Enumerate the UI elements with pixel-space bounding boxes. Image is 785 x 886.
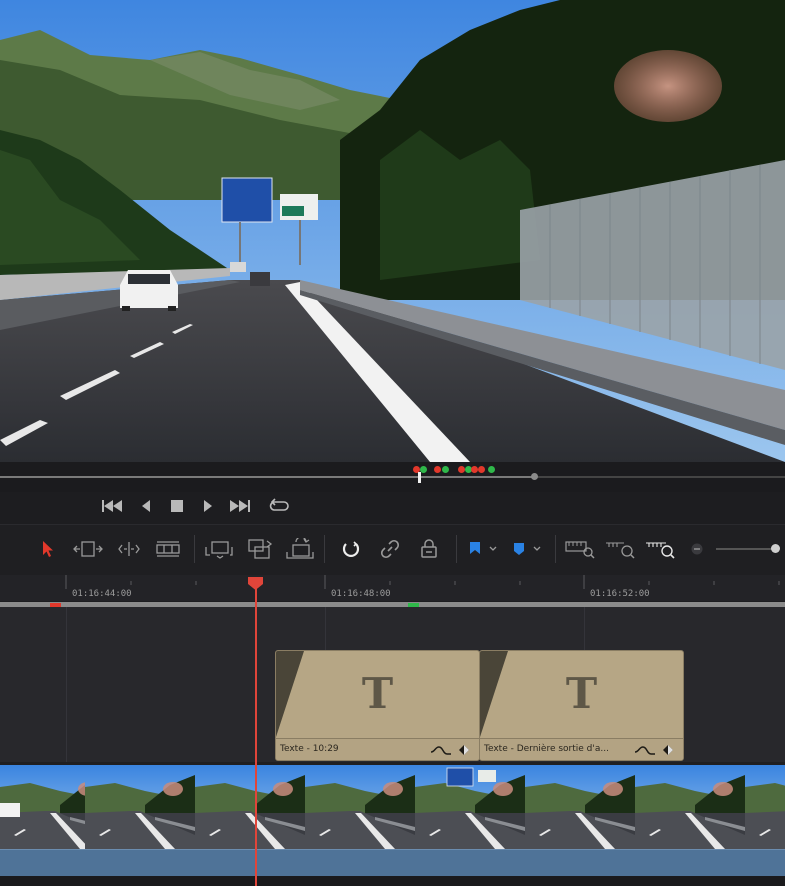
snapping-button[interactable] <box>338 536 364 562</box>
ruler-timecode: 01:16:52:00 <box>590 589 650 599</box>
scrub-track[interactable] <box>0 476 535 478</box>
scrub-marker-green[interactable] <box>488 466 495 473</box>
stop-icon <box>171 500 183 512</box>
position-lock-icon <box>421 539 437 558</box>
replace-clip-icon <box>286 538 314 559</box>
title-clip[interactable]: T Texte - Dernière sortie d'a... <box>479 650 684 761</box>
scrub-playhead[interactable] <box>418 472 421 483</box>
custom-zoom-icon <box>646 542 675 559</box>
scrub-marker-red[interactable] <box>434 466 441 473</box>
full-extent-zoom-button[interactable] <box>563 536 597 562</box>
grid-line <box>325 607 326 650</box>
overwrite-clip-icon <box>248 539 273 559</box>
insert-clip-button[interactable] <box>203 536 235 562</box>
detail-zoom-icon <box>606 542 635 559</box>
video-viewer[interactable] <box>0 0 785 462</box>
playhead-handle[interactable] <box>248 575 263 590</box>
video-clip-thumbnails[interactable] <box>0 765 785 849</box>
zoom-slider-handle[interactable] <box>771 544 780 553</box>
scrub-track-rest[interactable] <box>535 476 785 478</box>
skip-to-start-button[interactable] <box>100 496 124 516</box>
thumbnail-strip <box>0 765 785 849</box>
custom-zoom-button[interactable] <box>643 536 677 562</box>
grid-line <box>584 607 585 650</box>
scrub-marker-green[interactable] <box>420 466 427 473</box>
overwrite-clip-button[interactable] <box>244 536 276 562</box>
skip-to-end-icon <box>230 500 250 512</box>
detail-zoom-button[interactable] <box>603 536 637 562</box>
timeline-playhead[interactable] <box>255 585 257 886</box>
reverse-play-icon <box>142 500 150 512</box>
toolbar-separator <box>555 535 556 563</box>
linked-selection-button[interactable] <box>377 536 403 562</box>
scrub-marker-red[interactable] <box>458 466 465 473</box>
zoom-out-icon <box>691 543 703 555</box>
play-button[interactable] <box>196 496 220 516</box>
track-footer <box>0 876 785 886</box>
skip-to-end-button[interactable] <box>228 496 252 516</box>
marker-dropdown[interactable] <box>509 536 545 562</box>
blade-edit-mode-button[interactable] <box>154 536 182 562</box>
dynamic-trim-mode-button[interactable] <box>114 536 144 562</box>
flag-dropdown[interactable] <box>465 536 501 562</box>
scrub-marker-green[interactable] <box>442 466 449 473</box>
dynamic-trim-icon <box>118 542 140 556</box>
replace-clip-button[interactable] <box>284 536 316 562</box>
loop-button[interactable] <box>267 496 291 516</box>
keyframe-icon <box>663 745 673 755</box>
stop-button[interactable] <box>165 496 189 516</box>
full-extent-zoom-icon <box>565 541 595 559</box>
zoom-out-button[interactable] <box>689 536 705 562</box>
playhead-cap-icon <box>248 577 263 590</box>
clip-audio-bar[interactable] <box>0 849 785 876</box>
toolbar-separator <box>456 535 457 563</box>
loop-icon <box>269 498 289 511</box>
trim-edit-mode-button[interactable] <box>72 536 104 562</box>
scrub-marker-red[interactable] <box>471 466 478 473</box>
selection-mode-button[interactable] <box>38 536 58 562</box>
text-title-icon: T <box>361 669 394 718</box>
curve-icon <box>634 746 655 755</box>
scrub-marker-red[interactable] <box>478 466 485 473</box>
position-lock-button[interactable] <box>416 536 442 562</box>
toolbar-separator <box>324 535 325 563</box>
snapping-magnet-icon <box>342 541 360 557</box>
curve-icon <box>430 746 451 755</box>
flag-icon <box>470 542 497 554</box>
zoom-slider-track[interactable] <box>716 548 776 550</box>
insert-clip-icon <box>205 541 233 559</box>
marker-icon <box>514 543 541 555</box>
ruler-timecode: 01:16:48:00 <box>331 589 391 599</box>
text-title-icon: T <box>565 669 598 718</box>
skip-to-start-icon <box>102 500 122 512</box>
toolbar-separator <box>194 535 195 563</box>
blade-icon <box>156 541 180 557</box>
pointer-arrow-icon <box>43 541 53 557</box>
scrub-end-handle[interactable] <box>531 473 538 480</box>
previous-frame-button[interactable] <box>134 496 158 516</box>
play-icon <box>204 500 212 512</box>
grid-line <box>66 607 67 762</box>
title-clip[interactable]: T Texte - 10:29 <box>275 650 480 761</box>
link-chain-icon <box>380 539 400 559</box>
keyframe-icon <box>459 745 469 755</box>
trim-icon <box>73 541 103 557</box>
ruler-timecode: 01:16:44:00 <box>72 589 132 599</box>
